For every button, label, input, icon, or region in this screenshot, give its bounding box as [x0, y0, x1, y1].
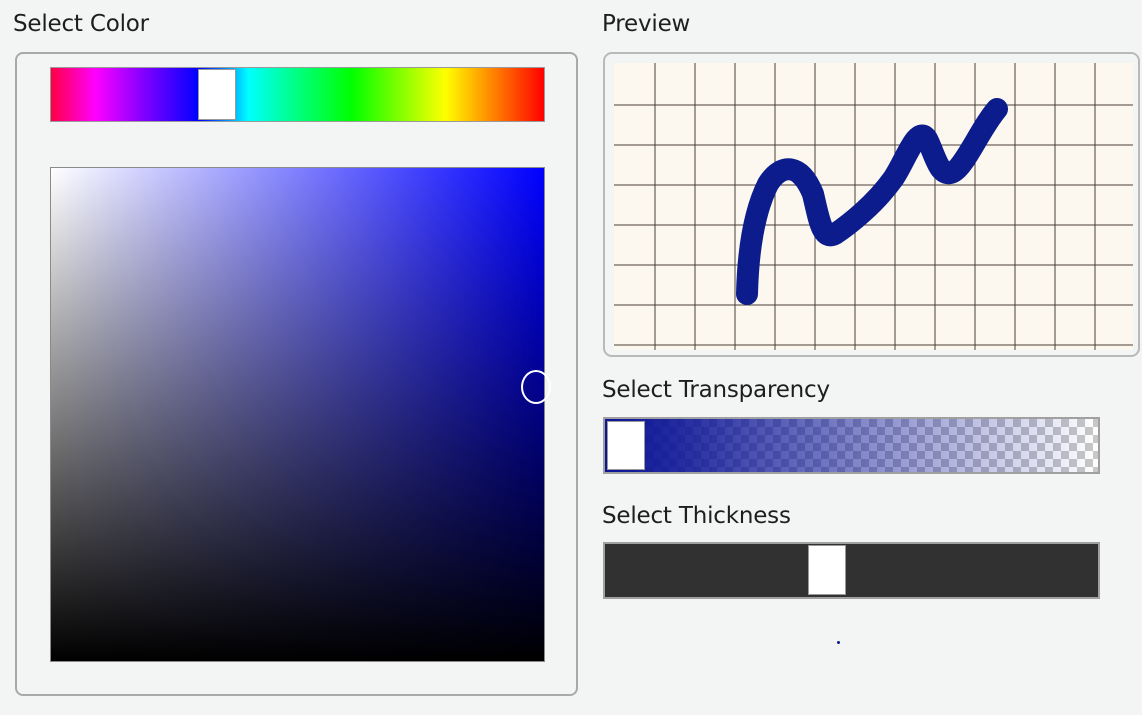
color-selector-circle[interactable]: [521, 370, 551, 404]
preview-label: Preview: [602, 11, 691, 37]
thickness-preview-dot: [837, 641, 840, 644]
select-thickness-label: Select Thickness: [602, 503, 791, 529]
preview-canvas: [603, 52, 1140, 357]
transparency-slider-track[interactable]: [603, 417, 1100, 474]
hue-slider-track[interactable]: [50, 67, 545, 122]
preview-drawing: [614, 63, 1133, 350]
select-transparency-label: Select Transparency: [602, 377, 830, 403]
thickness-slider-thumb[interactable]: [808, 545, 846, 595]
thickness-slider-track[interactable]: [603, 542, 1100, 599]
transparency-slider-thumb[interactable]: [607, 421, 645, 470]
saturation-value-area[interactable]: [50, 167, 545, 662]
select-color-label: Select Color: [13, 11, 149, 37]
hue-slider-thumb[interactable]: [198, 69, 236, 120]
